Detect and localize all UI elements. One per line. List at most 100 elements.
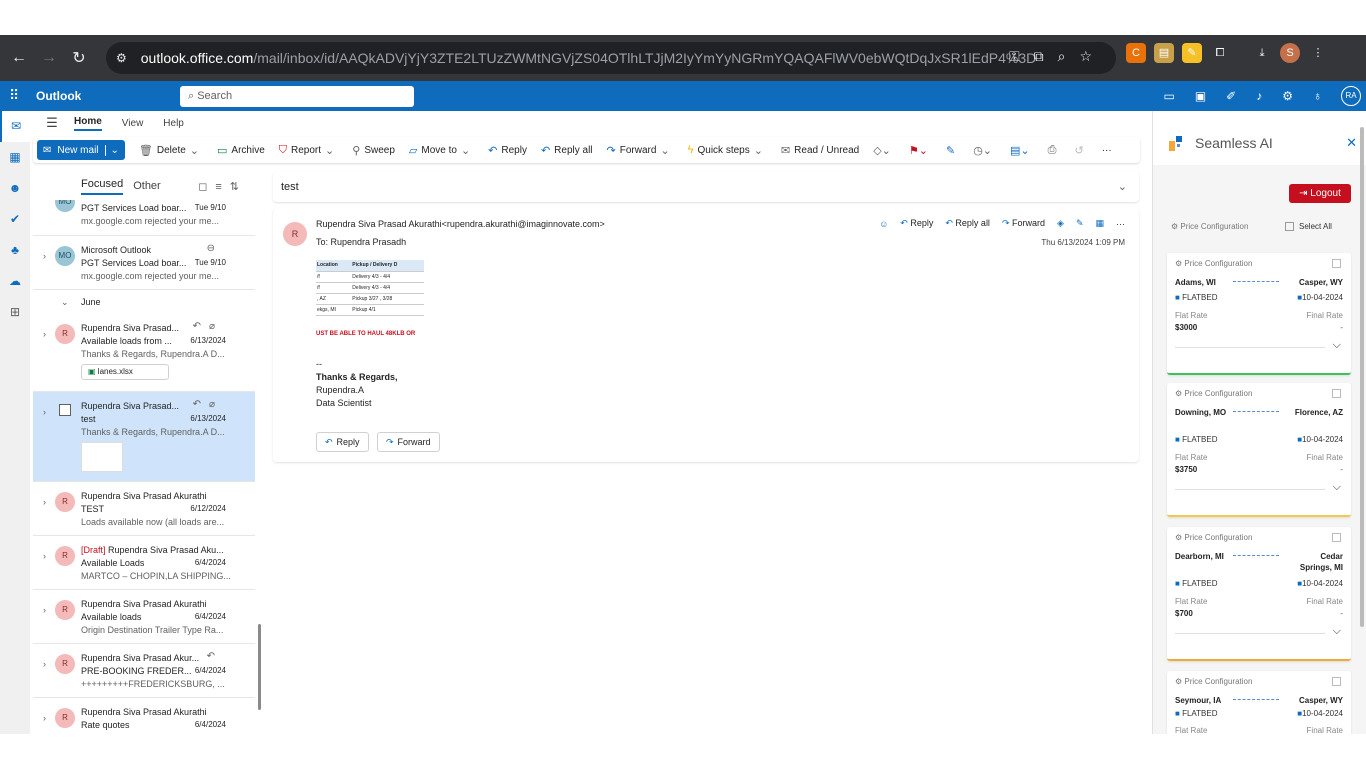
report-button[interactable]: ⛉ Report ⌄ xyxy=(279,144,338,157)
list-item[interactable]: › R Rupendra Siva Prasad Akurathi TEST 6… xyxy=(33,482,255,536)
select-checkbox[interactable] xyxy=(59,404,71,416)
card-checkbox[interactable] xyxy=(1332,389,1341,398)
read-unread-button[interactable]: ✉ Read / Unread xyxy=(781,144,859,157)
hamburger-icon[interactable]: ☰ xyxy=(30,115,74,131)
sweep-button[interactable]: ⚲ Sweep xyxy=(352,144,395,157)
tag-button[interactable]: ◇⌄ xyxy=(873,144,895,157)
list-item[interactable]: › R Rupendra Siva Prasad... ↶⌀ Available… xyxy=(33,314,255,392)
more-options-button[interactable]: ··· xyxy=(1102,145,1112,156)
reply-action[interactable]: ↶ Reply xyxy=(900,218,933,229)
forward-button[interactable]: ↷ Forward xyxy=(377,432,440,452)
logout-button[interactable]: ⇥ Logout xyxy=(1289,184,1351,203)
todo-icon[interactable]: ✔ xyxy=(0,204,30,235)
chevron-right-icon[interactable]: › xyxy=(43,659,46,669)
filter-icon[interactable]: ≡ xyxy=(215,181,229,193)
move-to-button[interactable]: ▱ Move to ⌄ xyxy=(409,144,474,157)
card-checkbox[interactable] xyxy=(1332,533,1341,542)
onedrive-icon[interactable]: ☁ xyxy=(0,266,30,297)
attachment-chip[interactable]: ▣ lanes.xlsx xyxy=(81,364,169,380)
zoom-icon[interactable]: ⌕ xyxy=(1058,48,1080,64)
image-thumbnail[interactable] xyxy=(81,442,123,472)
close-icon[interactable]: ✕ xyxy=(1346,135,1357,151)
select-all-checkbox[interactable]: Select All xyxy=(1285,222,1332,232)
chevron-right-icon[interactable]: › xyxy=(43,497,46,507)
ext-doc-icon[interactable]: ▤ xyxy=(1154,43,1174,63)
chevron-right-icon[interactable]: › xyxy=(43,605,46,615)
chevron-down-icon[interactable]: ⌄ xyxy=(1118,172,1127,202)
select-icon[interactable]: ◻ xyxy=(198,181,215,193)
card-checkbox[interactable] xyxy=(1332,259,1341,268)
list-item[interactable]: › R Rupendra Siva Prasad Akur... ↶ PRE-B… xyxy=(33,644,255,698)
tag-icon[interactable]: ◈ xyxy=(1057,218,1064,229)
profile-avatar[interactable]: S xyxy=(1280,43,1300,63)
forward-icon[interactable]: → xyxy=(34,49,64,67)
new-mail-button[interactable]: ✉ New mail ⌄ xyxy=(37,140,125,160)
list-item[interactable]: › R Rupendra Siva Prasad Akurathi Rate q… xyxy=(33,698,255,734)
pin-button[interactable]: ✎ xyxy=(946,144,959,157)
message-list-scrollbar[interactable] xyxy=(258,624,261,710)
reply-button[interactable]: ↶ Reply xyxy=(488,144,527,157)
sender-address[interactable]: Rupendra Siva Prasad Akurathi<rupendra.a… xyxy=(316,219,605,229)
forward-button[interactable]: ↷ Forward ⌄ xyxy=(607,144,674,157)
search-input[interactable]: ⌕ Search xyxy=(180,86,414,107)
menu-icon[interactable]: ⋮ xyxy=(1308,43,1328,63)
chevron-right-icon[interactable]: › xyxy=(43,713,46,723)
reply-all-button[interactable]: ↶ Reply all xyxy=(541,144,593,157)
load-card[interactable]: ⚙ Price Configuration Downing, MO Floren… xyxy=(1167,383,1351,517)
group-header-june[interactable]: ⌄ June xyxy=(33,290,255,314)
account-avatar[interactable]: RA xyxy=(1341,86,1361,106)
chevron-right-icon[interactable]: › xyxy=(43,407,46,417)
download-icon[interactable]: ⤓ xyxy=(1252,43,1272,63)
pin-icon[interactable]: ✎ xyxy=(1076,218,1084,229)
list-item[interactable]: › MO Microsoft Outlook ⊖ PGT Services Lo… xyxy=(33,236,255,290)
list-item[interactable]: MO PGT Services Load boar... Tue 9/10 mx… xyxy=(33,200,255,236)
load-card[interactable]: ⚙ Price Configuration Seymour, IA Casper… xyxy=(1167,671,1351,734)
mail-icon[interactable]: ✉ xyxy=(0,111,30,142)
calendar-icon[interactable]: ▦ xyxy=(0,142,30,173)
chevron-down-icon[interactable]: ⌵ xyxy=(1333,481,1341,494)
people-icon[interactable]: ☻ xyxy=(0,173,30,204)
list-item-selected[interactable]: › Rupendra Siva Prasad... ↶⌀ test 6/13/2… xyxy=(33,392,255,482)
address-bar[interactable]: ⚙ outlook.office.com/mail/inbox/id/AAQkA… xyxy=(106,42,1116,74)
chevron-right-icon[interactable]: › xyxy=(43,551,46,561)
feedback-icon[interactable]: ✐ xyxy=(1226,89,1236,103)
settings-icon[interactable]: ⚙ xyxy=(1282,89,1293,103)
key-icon[interactable]: ⚿ xyxy=(1009,48,1034,64)
archive-button[interactable]: ▭ Archive xyxy=(217,144,265,157)
more-icon[interactable]: ··· xyxy=(1116,219,1125,229)
reply-button[interactable]: ↶ Reply xyxy=(316,432,369,452)
app-launcher-icon[interactable]: ⠿ xyxy=(9,87,19,104)
recipient-name[interactable]: Rupendra Prasadh xyxy=(331,237,407,247)
flag-button[interactable]: ⚑⌄ xyxy=(909,144,932,157)
chevron-right-icon[interactable]: › xyxy=(43,251,46,261)
reload-icon[interactable]: ↻ xyxy=(64,48,94,68)
undo-button[interactable]: ↺ xyxy=(1074,144,1087,157)
print-button[interactable]: ⎙ xyxy=(1048,144,1061,157)
table-icon[interactable]: ▦ xyxy=(1095,218,1104,229)
tab-help[interactable]: Help xyxy=(163,118,184,129)
meet-icon[interactable]: ▭ xyxy=(1163,89,1174,103)
back-icon[interactable]: ← xyxy=(4,49,34,67)
delete-button[interactable]: 🗑 Delete ⌄ xyxy=(139,144,203,157)
tab-focused[interactable]: Focused xyxy=(81,178,124,195)
star-icon[interactable]: ☆ xyxy=(1079,48,1106,64)
forward-action[interactable]: ↷ Forward xyxy=(1002,218,1045,229)
site-info-icon[interactable]: ⚙ xyxy=(116,51,127,65)
teams-icon[interactable]: ♣ xyxy=(0,235,30,266)
ext-c-icon[interactable]: C xyxy=(1126,43,1146,63)
ext-note-icon[interactable]: ✎ xyxy=(1182,43,1202,63)
tab-home[interactable]: Home xyxy=(74,116,102,131)
tab-other[interactable]: Other xyxy=(133,180,161,192)
extensions-icon[interactable]: ⧠ xyxy=(1210,43,1230,63)
tab-view[interactable]: View xyxy=(122,118,144,129)
sort-icon[interactable]: ⇅ xyxy=(230,181,247,193)
panel-scrollbar[interactable] xyxy=(1360,127,1364,627)
reply-all-action[interactable]: ↶ Reply all xyxy=(945,218,990,229)
list-item[interactable]: › R Rupendra Siva Prasad Akurathi Availa… xyxy=(33,590,255,644)
more-apps-icon[interactable]: ⊞ xyxy=(0,297,30,328)
notes-icon[interactable]: ▣ xyxy=(1195,89,1206,103)
snooze-button[interactable]: ◷⌄ xyxy=(973,144,996,157)
chevron-down-icon[interactable]: ⌵ xyxy=(1333,625,1341,638)
chevron-down-icon[interactable]: ⌄ xyxy=(104,144,119,156)
chevron-down-icon[interactable]: ⌵ xyxy=(1333,339,1341,352)
